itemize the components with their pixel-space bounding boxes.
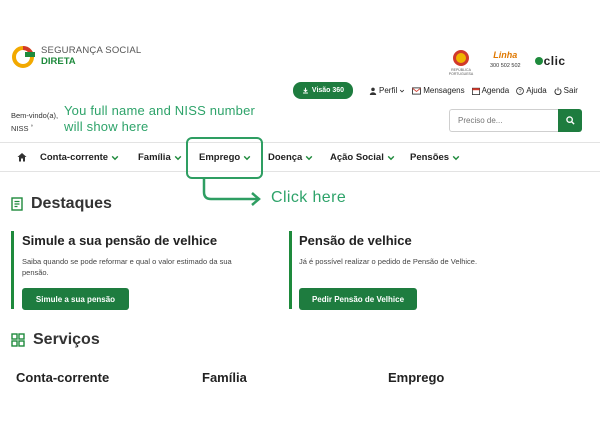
welcome-greeting: Bem-vindo(a), (11, 111, 59, 120)
nav-doenca[interactable]: Doença (268, 152, 313, 163)
servicos-emprego[interactable]: Emprego (388, 370, 444, 385)
republica-caption: REPÚBLICA PORTUGUESA (448, 68, 474, 76)
nav-conta-corrente-label: Conta-corrente (40, 152, 109, 163)
topnav-agenda[interactable]: Agenda (471, 86, 510, 95)
annotation-note-line1: You full name and NISS number (64, 103, 256, 118)
annotation-highlight-box (186, 137, 263, 179)
search-input[interactable] (449, 109, 558, 132)
brand-line2: DIRETA (41, 56, 76, 67)
agenda-label: Agenda (481, 86, 510, 95)
card-1-title: Simule a sua pensão de velhice (22, 233, 218, 248)
card-1-accent-bar (11, 231, 14, 309)
document-icon (11, 197, 23, 211)
republica-seal-icon (453, 50, 469, 66)
partner-logos: REPÚBLICA PORTUGUESA Linha 300 502 502 c… (446, 50, 566, 76)
card-2-text: Já é possível realizar o pedido de Pensã… (299, 257, 478, 266)
linha-number: 300 502 502 (490, 63, 521, 69)
topnav-sair[interactable]: Sair (554, 86, 578, 95)
card-2-title: Pensão de velhice (299, 233, 412, 248)
destaques-title: Destaques (31, 195, 112, 212)
calendar-icon (471, 87, 480, 95)
eclic-dot-icon (534, 57, 543, 65)
servicos-title: Serviços (33, 331, 100, 348)
pedir-pensao-button[interactable]: Pedir Pensão de Velhice (299, 288, 417, 310)
nav-familia-label: Família (138, 152, 171, 163)
republica-portuguesa-logo[interactable]: REPÚBLICA PORTUGUESA (446, 50, 476, 76)
home-icon[interactable] (17, 152, 27, 162)
simule-pensao-button[interactable]: Simule a sua pensão (22, 288, 129, 310)
chevron-down-icon (174, 155, 182, 160)
eclic-text: clic (543, 54, 566, 68)
topnav-perfil[interactable]: Perfil (369, 86, 405, 95)
grid-icon (11, 333, 25, 347)
eclic-logo[interactable]: clic (534, 54, 566, 68)
search-icon (565, 116, 575, 125)
main-navigation: Conta-corrente Família Emprego Doença Aç… (0, 142, 600, 172)
brand-line1: SEGURANÇA SOCIAL (41, 45, 142, 56)
welcome-block: Bem-vindo(a), NISS ° (11, 109, 58, 135)
chevron-down-icon (400, 89, 405, 93)
topnav-ajuda[interactable]: ? Ajuda (516, 86, 547, 95)
nav-conta-corrente[interactable]: Conta-corrente (40, 152, 119, 163)
power-icon (554, 86, 562, 95)
servicos-familia[interactable]: Família (202, 370, 247, 385)
logo-mark-icon (11, 43, 37, 69)
top-navigation: Visão 360 Perfil Mensagens Agenda ? Ajud… (293, 82, 578, 99)
servicos-conta-corrente[interactable]: Conta-corrente (16, 370, 109, 385)
ajuda-label: Ajuda (526, 86, 547, 95)
nav-pensoes-label: Pensões (410, 152, 450, 163)
help-icon: ? (516, 86, 525, 95)
search-button[interactable] (558, 109, 582, 132)
nav-acao-social-label: Ação Social (330, 152, 384, 163)
topnav-mensagens[interactable]: Mensagens (412, 86, 465, 95)
linha-logo[interactable]: Linha 300 502 502 (490, 50, 521, 69)
nav-familia[interactable]: Família (138, 152, 182, 163)
annotation-arrow-icon (202, 178, 261, 206)
chevron-down-icon (111, 155, 119, 160)
annotation-note-line2: will show here (64, 119, 149, 134)
annotation-note: You full name and NISS number will show … (64, 103, 255, 135)
linha-name: Linha (493, 50, 518, 60)
niss-label: NISS ° (11, 124, 34, 133)
nav-pensoes[interactable]: Pensões (410, 152, 460, 163)
visao-360-button[interactable]: Visão 360 (293, 82, 353, 99)
visao-360-label: Visão 360 (311, 87, 345, 94)
perfil-label: Perfil (379, 86, 398, 95)
nav-doenca-label: Doença (268, 152, 303, 163)
destaques-heading: Destaques (11, 195, 112, 213)
mensagens-label: Mensagens (423, 86, 465, 95)
chevron-down-icon (452, 155, 460, 160)
card-2-accent-bar (289, 231, 292, 309)
chevron-down-icon (387, 155, 395, 160)
mail-icon (412, 86, 422, 95)
download-icon (302, 87, 308, 94)
seguranca-social-logo[interactable]: SEGURANÇA SOCIAL DIRETA (11, 43, 141, 69)
card-1-text: Saiba quando se pode reformar e qual o v… (22, 257, 232, 277)
chevron-down-icon (306, 155, 313, 160)
sair-label: Sair (563, 86, 578, 95)
annotation-click-here: Click here (271, 189, 347, 206)
search-bar (449, 109, 582, 132)
servicos-heading: Serviços (11, 331, 100, 349)
nav-acao-social[interactable]: Ação Social (330, 152, 395, 163)
svg-text:?: ? (519, 89, 522, 95)
user-icon (369, 87, 377, 95)
